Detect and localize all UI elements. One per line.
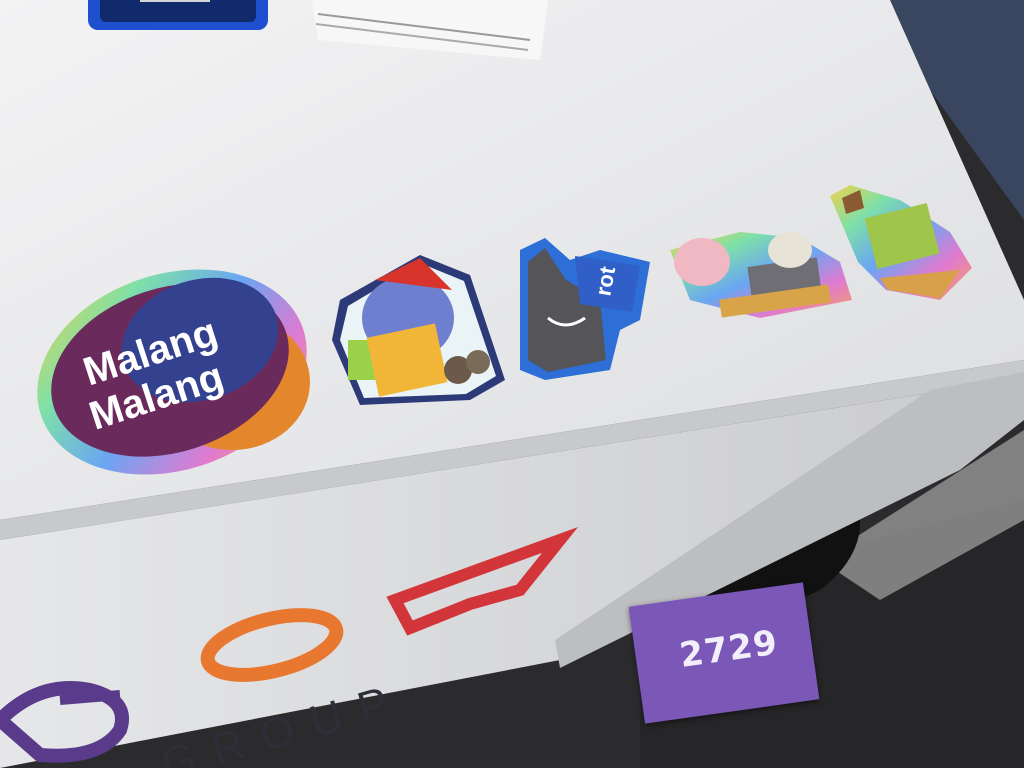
tag-text: rot	[590, 264, 620, 298]
photo-scene: Malang Malang rot GROUP 2729	[0, 0, 1024, 768]
booth-number: 2729	[677, 622, 781, 676]
booth-number-label: 2729	[628, 582, 820, 724]
scene-graphics: Malang Malang rot GROUP	[0, 0, 1024, 768]
